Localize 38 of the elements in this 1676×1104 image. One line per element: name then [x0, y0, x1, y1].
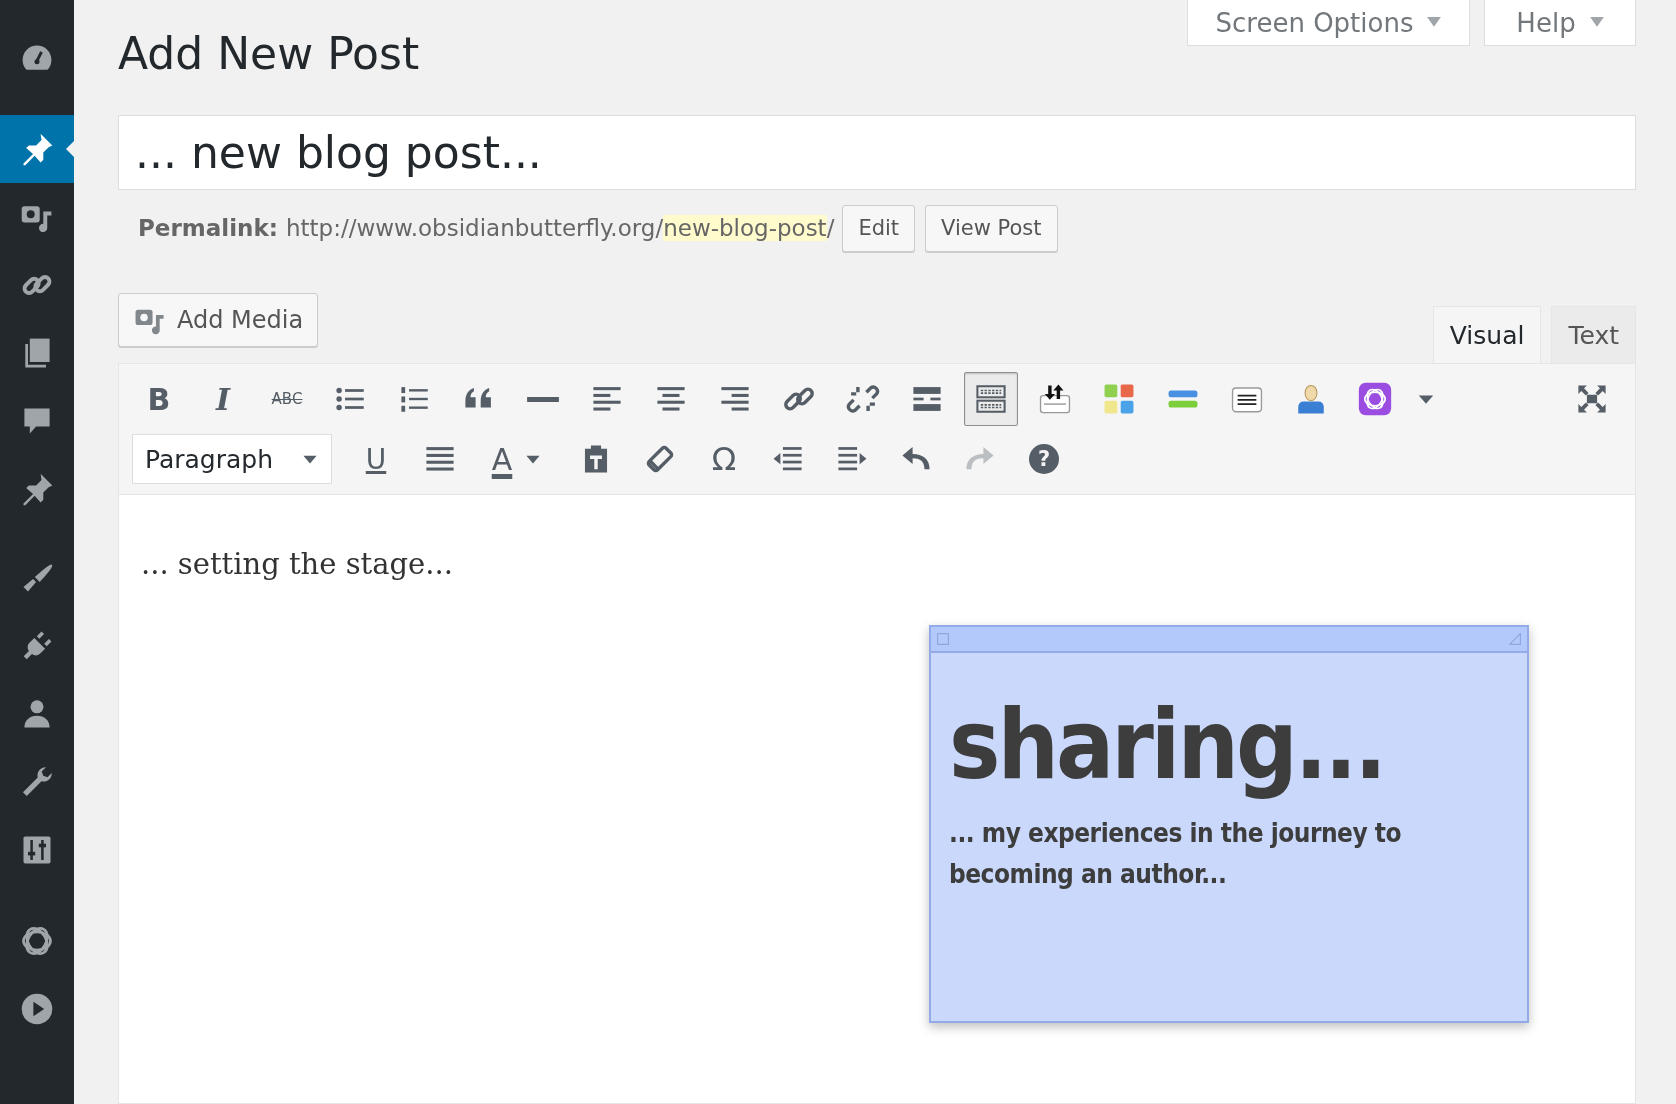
- permalink-url: http://www.obsidianbutterfly.org/: [285, 215, 664, 241]
- add-media-button[interactable]: Add Media: [118, 293, 319, 347]
- resize-icon: [1509, 633, 1521, 645]
- ring-logo-icon: [1358, 382, 1392, 416]
- page-title: Add New Post: [118, 28, 420, 79]
- title-input[interactable]: ... new blog post...: [118, 115, 1636, 190]
- broken-link-icon: [846, 382, 880, 416]
- help-button[interactable]: Help: [1484, 0, 1636, 46]
- format-select[interactable]: Paragraph: [132, 434, 332, 484]
- fullscreen-icon: [1575, 382, 1609, 416]
- italic-button[interactable]: I: [196, 372, 250, 426]
- keyboard-button[interactable]: [964, 372, 1018, 426]
- caret-icon: [1589, 17, 1604, 28]
- body-paragraph: ... setting the stage...: [141, 547, 454, 581]
- note-heading: sharing...: [949, 693, 1386, 799]
- view-post-button[interactable]: View Post: [925, 204, 1058, 252]
- menu-item[interactable]: [0, 115, 74, 183]
- square-icon: [937, 633, 949, 645]
- current-page-arrow: [66, 141, 74, 157]
- permalink-label: Permalink:: [138, 215, 278, 241]
- color-tiles-icon: [1102, 382, 1136, 416]
- special-character-button[interactable]: Ω: [697, 432, 751, 486]
- play-icon: [19, 991, 55, 1027]
- help-button[interactable]: ?: [1017, 432, 1071, 486]
- editor-tab[interactable]: Text: [1551, 306, 1636, 364]
- permalink-slug[interactable]: new-blog-post: [663, 215, 827, 241]
- tray-arrows-icon: [1038, 382, 1072, 416]
- permalink-slash: /: [826, 215, 835, 241]
- caret-icon: [1427, 17, 1442, 28]
- text-color-button[interactable]: A: [477, 432, 559, 486]
- bold-button[interactable]: B: [132, 372, 186, 426]
- note-text: ... my experiences in the journey to becoming an author...: [949, 816, 1403, 892]
- screen-options-button[interactable]: Screen Options: [1187, 0, 1470, 46]
- editor-tab[interactable]: Visual: [1432, 306, 1542, 364]
- underline-button[interactable]: U: [349, 432, 403, 486]
- strikethrough-button[interactable]: ABC: [260, 372, 314, 426]
- keyboard-icon: [974, 382, 1008, 416]
- edit-button[interactable]: Edit: [842, 204, 916, 252]
